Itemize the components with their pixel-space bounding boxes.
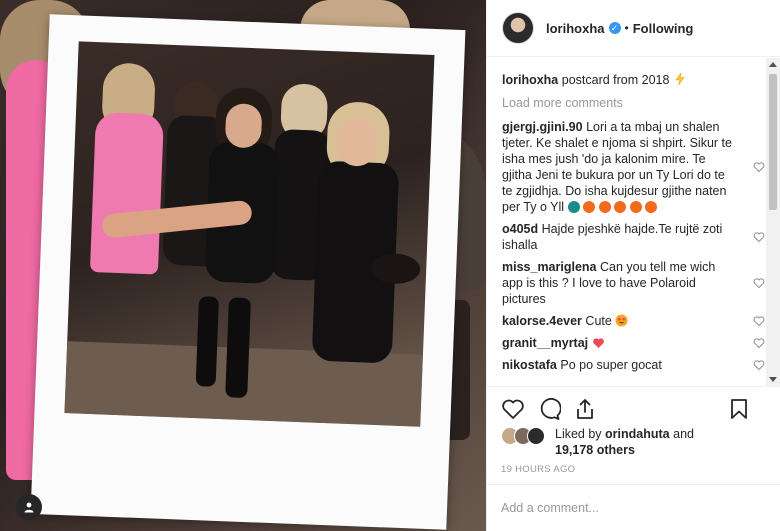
post-media[interactable]	[0, 0, 486, 531]
post-actions	[487, 386, 780, 430]
avatar[interactable]	[527, 427, 545, 445]
liker-username[interactable]: orindahuta	[605, 427, 670, 441]
likes-conj: and	[673, 427, 694, 441]
comment-text: Po po super gocat	[560, 358, 662, 372]
scroll-down-arrow-icon[interactable]	[769, 377, 777, 382]
like-comment-heart-icon[interactable]	[753, 337, 765, 349]
comment-button[interactable]	[537, 397, 561, 421]
comment-item: granit__myrtaj	[502, 335, 765, 351]
bookmark-icon	[731, 399, 747, 419]
comment-item: miss_mariglena Can you tell me wich app …	[502, 259, 765, 307]
post-header: lorihoxha ✓ • Following	[487, 0, 780, 57]
fire-emoji-icon	[644, 201, 657, 213]
separator-dot: •	[624, 21, 629, 35]
like-comment-heart-icon[interactable]	[753, 315, 765, 327]
heart-icon	[502, 399, 524, 419]
caption-username[interactable]: lorihoxha	[502, 73, 558, 87]
post-sidebar: lorihoxha ✓ • Following lorihoxha postca…	[486, 0, 780, 531]
comments-list[interactable]: lorihoxha postcard from 2018 Load more c…	[487, 58, 780, 386]
scrollbar-thumb[interactable]	[769, 74, 777, 210]
verified-badge-icon: ✓	[608, 22, 621, 34]
person-icon	[24, 502, 34, 513]
comment-item: kalorse.4ever Cute	[502, 313, 765, 329]
comment-item: nikostafa Po po super gocat	[502, 357, 765, 373]
tagged-user-icon[interactable]	[16, 494, 42, 520]
photo-person	[195, 296, 220, 387]
comment-username[interactable]: kalorse.4ever	[502, 314, 582, 328]
caption-text: postcard from 2018	[561, 73, 670, 87]
photo-person	[89, 112, 164, 275]
photo-person	[225, 297, 251, 399]
like-comment-heart-icon[interactable]	[753, 277, 765, 289]
comments-scrollbar[interactable]	[766, 58, 780, 386]
comment-username[interactable]: miss_mariglena	[502, 260, 597, 274]
follow-status-button[interactable]: Following	[633, 21, 694, 36]
share-button[interactable]	[573, 397, 597, 421]
likes-summary: Liked by orindahuta and 19,178 others	[501, 426, 771, 462]
speech-bubble-icon	[540, 397, 561, 420]
load-more-comments-button[interactable]: Load more comments	[502, 96, 765, 110]
like-comment-heart-icon[interactable]	[753, 231, 765, 243]
photo-person	[224, 103, 263, 149]
add-comment-bar	[487, 484, 780, 531]
comment-text: Lori a ta mbaj un shalen tjeter. Ke shal…	[502, 120, 732, 214]
save-button[interactable]	[727, 397, 751, 421]
photo-person	[336, 117, 378, 167]
share-icon	[577, 398, 593, 419]
likes-prefix: Liked by	[555, 427, 602, 441]
likes-text: Liked by orindahuta and 19,178 others	[555, 426, 694, 458]
comment-username[interactable]: nikostafa	[502, 358, 557, 372]
comment-username[interactable]: gjergj.gjini.90	[502, 120, 583, 134]
fire-emoji-icon	[598, 201, 611, 213]
scroll-up-arrow-icon[interactable]	[769, 62, 777, 67]
post-timestamp[interactable]: 19 HOURS AGO	[501, 464, 575, 475]
like-button[interactable]	[501, 397, 525, 421]
likes-count-button[interactable]: 19,178 others	[555, 443, 635, 457]
fire-emoji-icon	[614, 201, 627, 213]
comment-username[interactable]: granit__myrtaj	[502, 336, 588, 350]
post-caption: lorihoxha postcard from 2018	[502, 72, 765, 88]
add-comment-input[interactable]	[501, 501, 761, 515]
polaroid-frame	[30, 14, 466, 530]
heart-eyes-emoji-icon	[615, 314, 628, 327]
comment-username[interactable]: o405d	[502, 222, 538, 236]
fire-emoji-icon	[629, 201, 642, 213]
polaroid-photo	[64, 41, 435, 427]
liker-avatars	[501, 427, 549, 445]
comment-item: o405d Hajde pjeshkë hajde.Te rujtë zoti …	[502, 221, 765, 253]
header-username[interactable]: lorihoxha	[546, 21, 605, 36]
red-heart-emoji-icon	[592, 338, 604, 348]
like-comment-heart-icon[interactable]	[753, 161, 765, 173]
avatar[interactable]	[502, 12, 534, 44]
like-comment-heart-icon[interactable]	[753, 359, 765, 371]
comment-item: gjergj.gjini.90 Lori a ta mbaj un shalen…	[502, 119, 765, 215]
lightning-icon	[675, 72, 685, 86]
fire-emoji-icon	[583, 201, 596, 213]
comment-text: Cute	[585, 314, 612, 328]
globe-emoji-icon	[567, 201, 580, 213]
